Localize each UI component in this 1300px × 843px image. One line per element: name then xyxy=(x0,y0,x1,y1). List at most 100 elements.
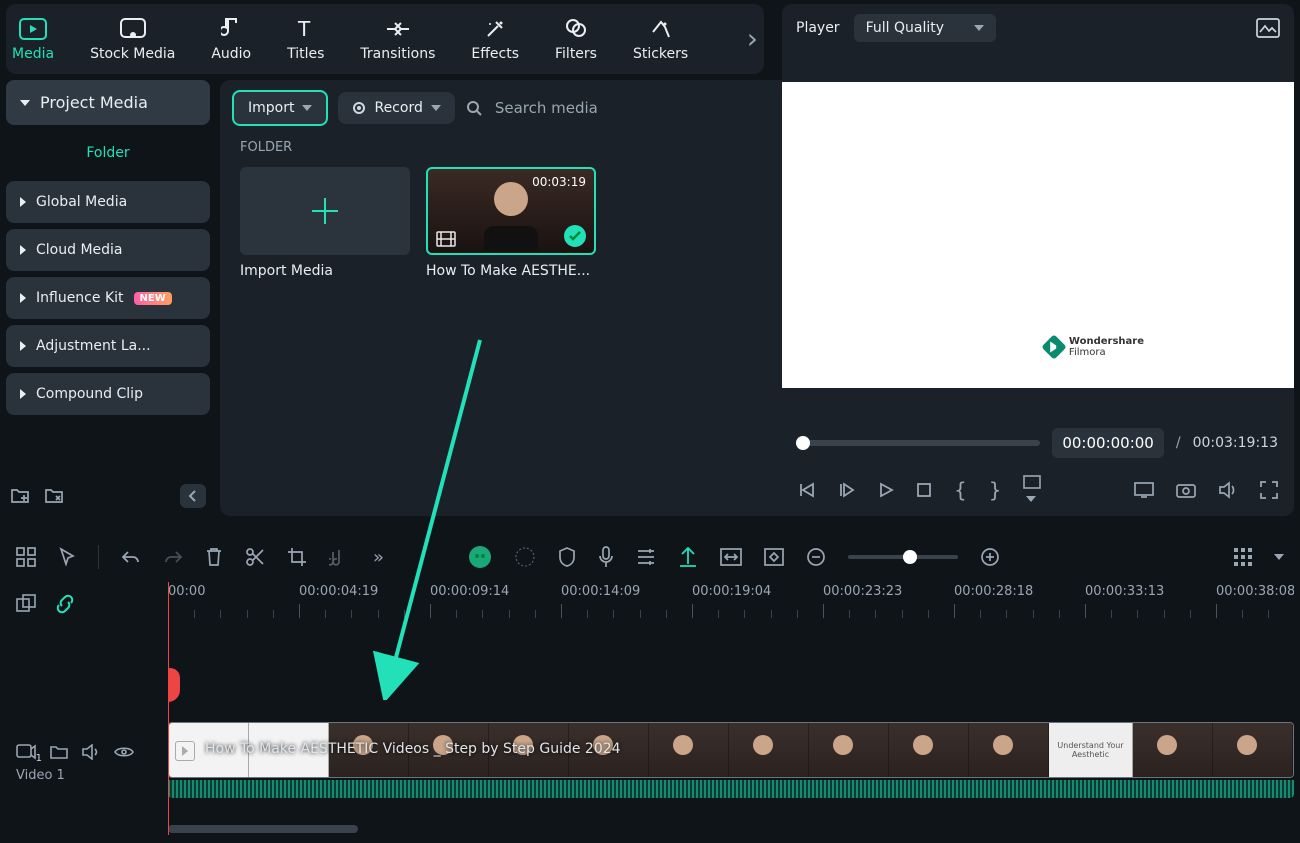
sidebar-item-label: Folder xyxy=(86,145,129,161)
sidebar-item-label: Cloud Media xyxy=(36,242,123,258)
time-sep: / xyxy=(1176,435,1181,451)
sidebar-item-project-media[interactable]: Project Media xyxy=(6,80,210,125)
record-icon xyxy=(352,101,366,115)
mute-icon[interactable] xyxy=(82,744,100,760)
tab-label: Stickers xyxy=(633,46,688,62)
titles-icon: T xyxy=(295,16,317,42)
collapse-sidebar-icon[interactable] xyxy=(180,484,206,508)
stickers-icon xyxy=(650,16,672,42)
volume-icon[interactable] xyxy=(1218,481,1238,499)
view-grid-icon[interactable] xyxy=(1234,548,1252,566)
top-tabs: Media Stock Media Audio T Titles Transit… xyxy=(6,4,764,74)
clip-play-icon[interactable] xyxy=(175,741,195,761)
tab-media[interactable]: Media xyxy=(12,16,54,62)
video-clip[interactable]: How To Make AESTHETIC Videos _ Step by S… xyxy=(168,722,1294,778)
preview-canvas[interactable]: WondershareFilmora xyxy=(782,82,1294,388)
undo-icon[interactable] xyxy=(121,549,141,565)
tab-stickers[interactable]: Stickers xyxy=(633,16,688,62)
sidebar-item-label: Project Media xyxy=(40,93,148,112)
quality-select[interactable]: Full Quality xyxy=(854,14,996,42)
svg-text:T: T xyxy=(297,18,311,40)
prev-frame-icon[interactable] xyxy=(798,482,816,498)
mark-out-icon[interactable]: } xyxy=(989,478,1002,502)
tab-effects[interactable]: Effects xyxy=(471,16,519,62)
play-forward-icon[interactable] xyxy=(838,482,856,498)
media-clip-card[interactable]: 00:03:19 How To Make AESTHE... xyxy=(426,167,596,279)
eye-icon[interactable] xyxy=(114,745,134,759)
stop-icon[interactable] xyxy=(916,482,932,498)
mark-in-icon[interactable]: { xyxy=(954,478,967,502)
tab-label: Titles xyxy=(287,46,324,62)
record-button[interactable]: Record xyxy=(338,92,454,124)
cursor-icon[interactable] xyxy=(58,547,76,567)
chevron-right-icon xyxy=(20,389,26,399)
snapshot-icon[interactable] xyxy=(1256,18,1280,38)
tab-stock-media[interactable]: Stock Media xyxy=(90,16,175,62)
folder-icon[interactable] xyxy=(50,744,68,760)
shield-icon[interactable] xyxy=(558,547,576,567)
fit-icon[interactable] xyxy=(720,548,742,566)
fullscreen-icon[interactable] xyxy=(1260,481,1278,499)
time-total: 00:03:19:13 xyxy=(1193,435,1278,451)
zoom-slider[interactable] xyxy=(848,555,958,559)
scrub-bar[interactable] xyxy=(798,440,1040,446)
duplicate-icon[interactable] xyxy=(16,594,36,614)
tabs-more-icon[interactable]: › xyxy=(747,22,758,55)
sidebar-item-label: Global Media xyxy=(36,194,127,210)
track-name: Video 1 xyxy=(16,768,158,783)
marker-icon[interactable] xyxy=(678,546,698,568)
keyframe-icon[interactable] xyxy=(764,548,784,566)
video-track-icon[interactable]: 1 xyxy=(16,744,36,760)
watermark: WondershareFilmora xyxy=(1045,336,1144,358)
crop-icon[interactable] xyxy=(287,547,307,567)
chevron-right-icon xyxy=(20,293,26,303)
video-type-icon xyxy=(436,231,456,247)
tab-transitions[interactable]: Transitions xyxy=(360,16,435,62)
scissors-icon[interactable] xyxy=(245,547,265,567)
audio-beat-icon[interactable] xyxy=(329,548,351,566)
speed-icon[interactable] xyxy=(514,546,536,568)
used-check-icon xyxy=(564,225,586,247)
timeline-ruler[interactable]: 00:0000:00:04:1900:00:09:1400:00:14:0900… xyxy=(168,582,1294,626)
playhead-handle[interactable] xyxy=(168,668,180,702)
display-options-icon[interactable] xyxy=(1023,474,1045,506)
sidebar: Project Media Folder Global Media Cloud … xyxy=(6,80,210,516)
tab-label: Media xyxy=(12,46,54,62)
sidebar-item-compound-clip[interactable]: Compound Clip xyxy=(6,373,210,415)
button-label: Import xyxy=(248,100,294,116)
sidebar-item-adjustment-layer[interactable]: Adjustment La... xyxy=(6,325,210,367)
redo-icon[interactable] xyxy=(163,549,183,565)
sidebar-item-folder[interactable]: Folder xyxy=(6,131,210,175)
delete-icon[interactable] xyxy=(205,547,223,567)
tab-titles[interactable]: T Titles xyxy=(287,16,324,62)
chevron-down-icon[interactable] xyxy=(1274,554,1284,560)
sidebar-item-influence-kit[interactable]: Influence Kit NEW xyxy=(6,277,210,319)
scrub-handle[interactable] xyxy=(796,436,810,450)
import-media-card[interactable]: Import Media xyxy=(240,167,410,279)
more-tools-icon[interactable]: » xyxy=(373,547,384,568)
play-icon[interactable] xyxy=(878,482,894,498)
zoom-out-icon[interactable] xyxy=(806,547,826,567)
screen-icon[interactable] xyxy=(1134,482,1154,498)
tab-audio[interactable]: Audio xyxy=(211,16,251,62)
audio-waveform[interactable] xyxy=(168,780,1294,798)
zoom-handle[interactable] xyxy=(903,550,917,564)
audio-track-icon[interactable] xyxy=(636,548,656,566)
chevron-right-icon xyxy=(20,245,26,255)
tab-filters[interactable]: Filters xyxy=(555,16,597,62)
camera-icon[interactable] xyxy=(1176,482,1196,498)
playhead[interactable] xyxy=(168,582,169,835)
app-grid-icon[interactable] xyxy=(16,547,36,567)
sidebar-item-global-media[interactable]: Global Media xyxy=(6,181,210,223)
link-icon[interactable] xyxy=(54,594,76,614)
import-button[interactable]: Import xyxy=(232,90,328,126)
zoom-in-icon[interactable] xyxy=(980,547,1000,567)
mic-icon[interactable] xyxy=(598,546,614,568)
timeline-scroll[interactable] xyxy=(168,825,358,833)
plus-icon xyxy=(308,194,342,228)
new-folder-icon[interactable] xyxy=(10,487,30,505)
sidebar-item-cloud-media[interactable]: Cloud Media xyxy=(6,229,210,271)
timeline-tracks[interactable]: 00:0000:00:04:1900:00:09:1400:00:14:0900… xyxy=(168,582,1294,835)
ai-icon[interactable] xyxy=(468,545,492,569)
delete-folder-icon[interactable] xyxy=(44,487,64,505)
